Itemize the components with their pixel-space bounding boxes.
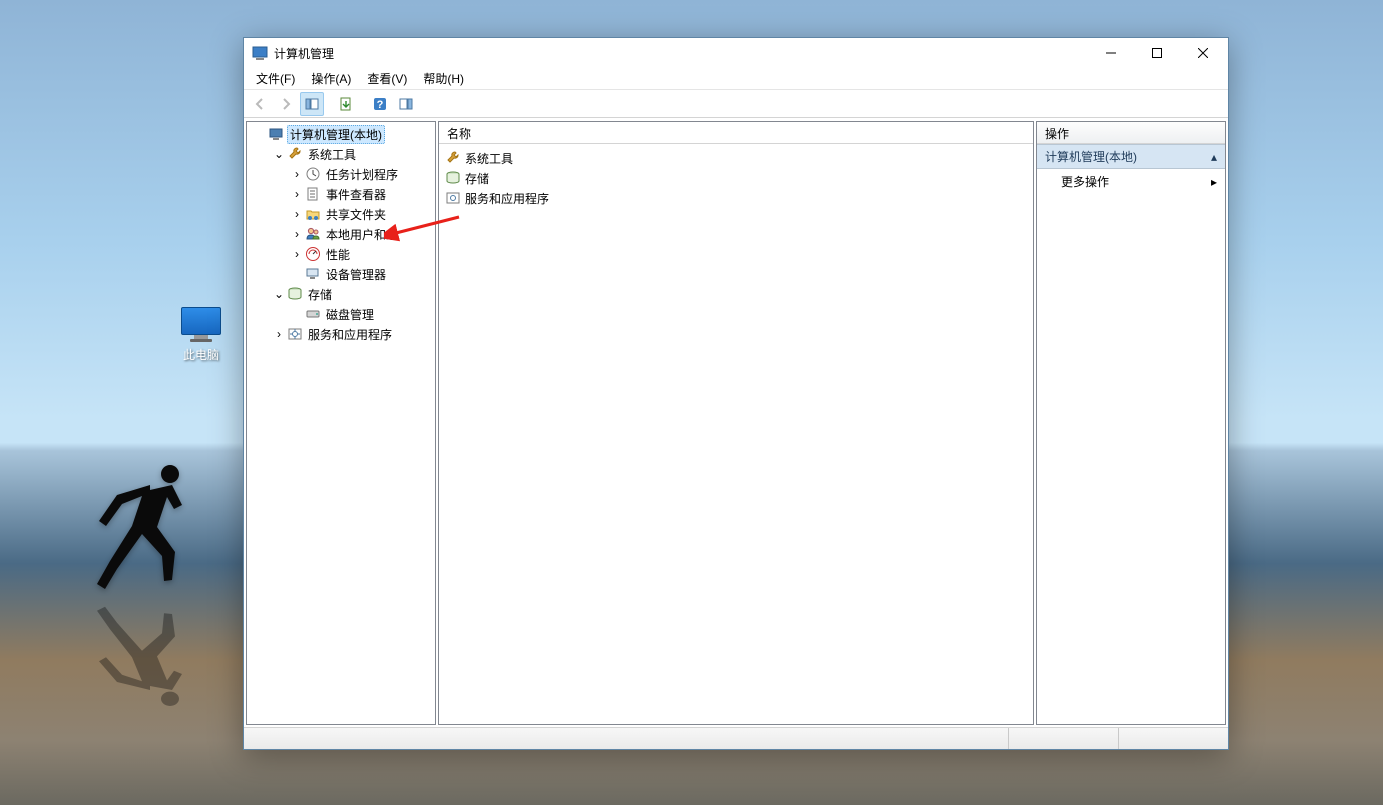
actions-section-header[interactable]: 计算机管理(本地) ▴ [1037, 144, 1225, 169]
performance-icon [305, 246, 321, 262]
expand-icon[interactable]: › [289, 167, 305, 181]
menu-action[interactable]: 操作(A) [303, 68, 359, 89]
tree-storage[interactable]: ⌄ 存储 [247, 284, 435, 304]
wrench-icon [445, 150, 461, 166]
device-manager-icon [305, 266, 321, 282]
app-icon [252, 45, 268, 61]
export-list-button[interactable] [334, 92, 358, 116]
maximize-button[interactable] [1134, 38, 1180, 68]
expand-icon[interactable]: › [289, 187, 305, 201]
navigation-tree-pane[interactable]: ▾ 计算机管理(本地) ⌄ 系统工具 › 任务计划程序 [246, 121, 436, 725]
back-button[interactable] [248, 92, 272, 116]
computer-management-window: 计算机管理 文件(F) 操作(A) 查看(V) 帮助(H) ? [243, 37, 1229, 750]
toolbar: ? [244, 90, 1228, 118]
minimize-button[interactable] [1088, 38, 1134, 68]
desktop-icon-label: 此电脑 [176, 346, 226, 363]
tree-task-scheduler[interactable]: › 任务计划程序 [247, 164, 435, 184]
svg-text:?: ? [377, 99, 384, 111]
show-hide-action-pane-button[interactable] [394, 92, 418, 116]
tree-local-users-and-groups[interactable]: › 本地用户和组 [247, 224, 435, 244]
status-cell [1008, 728, 1118, 749]
desktop-icon-this-pc[interactable]: 此电脑 [176, 307, 226, 363]
tree-disk-management[interactable]: › 磁盘管理 [247, 304, 435, 324]
menu-view[interactable]: 查看(V) [359, 68, 415, 89]
computer-icon [269, 126, 285, 142]
statusbar [244, 727, 1228, 749]
window-title: 计算机管理 [274, 45, 334, 62]
tree-performance[interactable]: › 性能 [247, 244, 435, 264]
actions-more[interactable]: 更多操作 ▸ [1037, 169, 1225, 194]
list-item-label: 存储 [465, 170, 489, 187]
actions-header: 操作 [1037, 122, 1225, 144]
tree-root-computer-management[interactable]: ▾ 计算机管理(本地) [247, 124, 435, 144]
menubar: 文件(F) 操作(A) 查看(V) 帮助(H) [244, 68, 1228, 90]
expand-icon[interactable]: › [271, 327, 287, 341]
forward-button[interactable] [274, 92, 298, 116]
monitor-icon [181, 307, 221, 335]
list-item-label: 服务和应用程序 [465, 190, 549, 207]
status-cell [1118, 728, 1228, 749]
close-button[interactable] [1180, 38, 1226, 68]
services-icon [287, 326, 303, 342]
list-item[interactable]: 服务和应用程序 [445, 188, 1027, 208]
expand-icon[interactable]: › [289, 227, 305, 241]
services-icon [445, 190, 461, 206]
wallpaper-runner-reflection [80, 622, 200, 718]
collapse-icon[interactable]: ⌄ [271, 147, 287, 161]
desktop-background: 此电脑 计算机管理 文件(F) 操作(A) 查看(V) 帮助(H) [0, 0, 1383, 805]
list-item-label: 系统工具 [465, 150, 513, 167]
details-pane[interactable]: 名称 系统工具 存储 服务和应用程序 [438, 121, 1034, 725]
status-cell [244, 728, 1008, 749]
storage-icon [445, 170, 461, 186]
storage-icon [287, 286, 303, 302]
show-hide-tree-button[interactable] [300, 92, 324, 116]
shared-folder-icon [305, 206, 321, 222]
tree-device-manager[interactable]: › 设备管理器 [247, 264, 435, 284]
collapse-triangle-icon: ▴ [1211, 150, 1217, 164]
tree-system-tools[interactable]: ⌄ 系统工具 [247, 144, 435, 164]
disk-icon [305, 306, 321, 322]
tree-services-and-applications[interactable]: › 服务和应用程序 [247, 324, 435, 344]
expand-icon[interactable]: › [289, 207, 305, 221]
menu-help[interactable]: 帮助(H) [415, 68, 472, 89]
help-button[interactable]: ? [368, 92, 392, 116]
wrench-icon [287, 146, 303, 162]
list-item[interactable]: 系统工具 [445, 148, 1027, 168]
column-header-name[interactable]: 名称 [439, 122, 1033, 144]
titlebar[interactable]: 计算机管理 [244, 38, 1228, 68]
list-item[interactable]: 存储 [445, 168, 1027, 188]
actions-pane: 操作 计算机管理(本地) ▴ 更多操作 ▸ [1036, 121, 1226, 725]
event-log-icon [305, 186, 321, 202]
clock-icon [305, 166, 321, 182]
tree-shared-folders[interactable]: › 共享文件夹 [247, 204, 435, 224]
expand-icon[interactable]: › [289, 247, 305, 261]
tree-label: 计算机管理(本地) [287, 125, 385, 144]
users-icon [305, 226, 321, 242]
collapse-icon[interactable]: ⌄ [271, 287, 287, 301]
window-body: ▾ 计算机管理(本地) ⌄ 系统工具 › 任务计划程序 [244, 118, 1228, 727]
chevron-right-icon: ▸ [1211, 175, 1217, 189]
menu-file[interactable]: 文件(F) [248, 68, 303, 89]
wallpaper-runner-silhouette [80, 450, 200, 610]
tree-event-viewer[interactable]: › 事件查看器 [247, 184, 435, 204]
